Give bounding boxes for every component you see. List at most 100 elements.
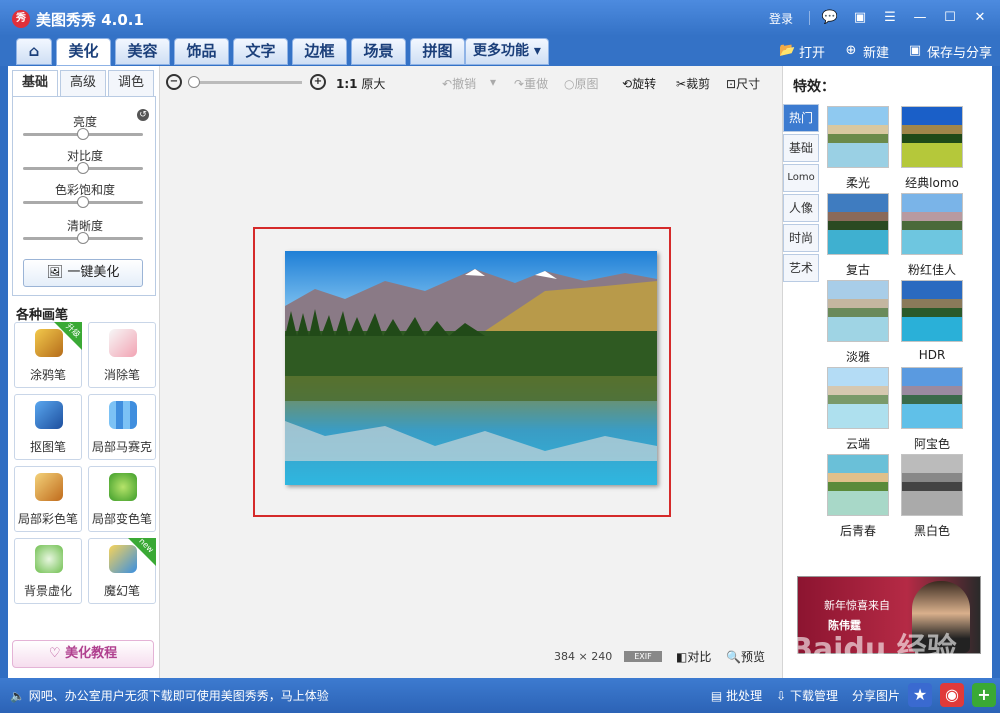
effect-thumb[interactable] — [901, 106, 963, 168]
speaker-icon: 🔈 — [10, 689, 29, 703]
brightness-slider[interactable] — [23, 128, 143, 140]
chat-icon[interactable]: 💬 — [820, 8, 840, 28]
download-manager-button[interactable]: ⇩ 下载管理 — [776, 687, 838, 704]
new-button[interactable]: ⊕ 新建 — [843, 42, 889, 61]
nav-actions: 📂 打开 ⊕ 新建 ▣ 保存与分享 — [761, 36, 992, 66]
slider-knob[interactable] — [77, 232, 89, 244]
slider-knob[interactable] — [77, 196, 89, 208]
effect-thumb[interactable] — [827, 193, 889, 255]
zoom-out-icon[interactable]: − — [166, 74, 182, 90]
color-brush[interactable]: 局部彩色笔 — [14, 466, 82, 532]
effect-label: 复古 — [845, 263, 870, 277]
effect-thumb[interactable] — [827, 106, 889, 168]
compare-button[interactable]: ◧对比 — [676, 648, 711, 665]
slider-knob[interactable] — [77, 162, 89, 174]
cutout-brush[interactable]: 抠图笔 — [14, 394, 82, 460]
background-blur-brush[interactable]: 背景虚化 — [14, 538, 82, 604]
tab-beautify[interactable]: 美化 — [56, 38, 111, 66]
fx-tab-basic[interactable]: 基础 — [783, 134, 819, 162]
paint-bucket-icon — [109, 473, 137, 501]
brush-label: 背景虚化 — [23, 584, 72, 598]
effect-thumb[interactable] — [901, 280, 963, 342]
main-nav: ⌂ 美化 美容 饰品 文字 边框 场景 拼图 更多功能 ▾ 📂 打开 ⊕ 新建 ▣ 保… — [0, 36, 1000, 66]
mosaic-brush[interactable]: 局部马赛克 — [88, 394, 156, 460]
status-message[interactable]: 🔈 网吧、办公室用户无须下载即可使用美图秀秀，马上体验 — [10, 687, 329, 704]
fx-tab-hot[interactable]: 热门 — [783, 104, 819, 132]
redo-label: 重做 — [524, 77, 549, 91]
close-icon[interactable]: ✕ — [970, 8, 990, 28]
preview-button[interactable]: 🔍预览 — [726, 648, 765, 665]
open-button[interactable]: 📂 打开 — [779, 42, 825, 61]
zoom-in-icon[interactable]: + — [310, 74, 326, 90]
tab-accessories[interactable]: 饰品 — [174, 38, 229, 65]
redo-button[interactable]: ↷重做 — [514, 75, 548, 92]
tab-beauty[interactable]: 美容 — [115, 38, 170, 65]
recolor-brush[interactable]: 局部变色笔 — [88, 466, 156, 532]
preview-label: 预览 — [740, 650, 765, 664]
ad-line1: 新年惊喜来自 — [824, 599, 890, 612]
rotate-button[interactable]: ⟲旋转 — [622, 75, 656, 92]
tab-scene[interactable]: 场景 — [351, 38, 406, 65]
resize-button[interactable]: ⊡尺寸 — [726, 75, 760, 92]
contrast-slider[interactable] — [23, 162, 143, 174]
effect-thumb[interactable] — [901, 454, 963, 516]
eraser-icon — [109, 329, 137, 357]
maximize-icon[interactable]: ☐ — [940, 8, 960, 28]
tab-more[interactable]: 更多功能 ▾ — [465, 38, 549, 65]
subtab-advanced[interactable]: 高级 — [60, 70, 106, 96]
share-image-button[interactable]: 分享图片 — [852, 687, 900, 704]
download-manager-label: 下载管理 — [789, 688, 838, 703]
circle-icon: ○ — [564, 77, 575, 91]
subtab-basic[interactable]: 基础 — [12, 70, 58, 96]
doodle-brush[interactable]: 升级 涂鸦笔 — [14, 322, 82, 388]
menu-icon[interactable]: ☰ — [880, 8, 900, 28]
zoom-knob[interactable] — [188, 76, 200, 88]
fx-tab-art[interactable]: 艺术 — [783, 254, 819, 282]
eraser-brush[interactable]: 消除笔 — [88, 322, 156, 388]
slider-knob[interactable] — [77, 128, 89, 140]
effect-label: 粉红佳人 — [907, 263, 956, 277]
add-icon[interactable]: + — [972, 683, 996, 707]
folder-icon: 📂 — [778, 43, 796, 58]
fx-tab-lomo[interactable]: Lomo — [783, 164, 819, 192]
actual-size-button[interactable]: 1:1 原大 — [336, 75, 385, 92]
tab-text[interactable]: 文字 — [233, 38, 288, 65]
crop-button[interactable]: ✂裁剪 — [676, 75, 710, 92]
subtab-color[interactable]: 调色 — [108, 70, 154, 96]
saturation-slider[interactable] — [23, 196, 143, 208]
fx-tab-fashion[interactable]: 时尚 — [783, 224, 819, 252]
minimize-icon[interactable]: — — [910, 8, 930, 28]
tab-border[interactable]: 边框 — [292, 38, 347, 65]
weibo-icon[interactable]: ◉ — [940, 683, 964, 707]
effect-thumb[interactable] — [827, 280, 889, 342]
one-key-beautify-button[interactable]: 🖼 一键美化 — [23, 259, 143, 287]
undo-button[interactable]: ↶撤销 — [442, 75, 476, 92]
home-tab[interactable]: ⌂ — [16, 38, 52, 65]
magic-brush[interactable]: new 魔幻笔 — [88, 536, 156, 604]
tutorial-button[interactable]: ♡ 美化教程 — [12, 640, 154, 668]
adjust-subtabs: 基础 高级 调色 — [12, 70, 156, 96]
effect-thumb[interactable] — [901, 367, 963, 429]
exif-button[interactable]: EXIF — [624, 651, 662, 662]
effect-thumb[interactable] — [827, 367, 889, 429]
effect-thumb[interactable] — [901, 193, 963, 255]
original-image-button[interactable]: ○原图 — [564, 75, 599, 92]
sharpness-slider[interactable] — [23, 232, 143, 244]
redo-icon: ↷ — [514, 77, 525, 91]
save-share-label: 保存与分享 — [926, 45, 992, 61]
fx-tab-portrait[interactable]: 人像 — [783, 194, 819, 222]
home-icon: ⌂ — [28, 42, 40, 60]
login-link[interactable]: 登录 — [769, 10, 793, 27]
zoom-slider[interactable] — [188, 76, 302, 88]
tab-collage[interactable]: 拼图 — [410, 38, 465, 65]
ratio-label: 1:1 — [336, 77, 358, 91]
batch-button[interactable]: ▤ 批处理 — [711, 687, 762, 704]
brush-label: 局部马赛克 — [91, 440, 152, 454]
star-icon[interactable]: ★ — [908, 683, 932, 707]
image-dimensions: 384 × 240 — [554, 650, 613, 663]
save-share-button[interactable]: ▣ 保存与分享 — [907, 42, 992, 61]
landscape-photo[interactable] — [285, 251, 657, 485]
skin-icon[interactable]: ▣ — [850, 8, 870, 28]
effect-thumb[interactable] — [827, 454, 889, 516]
undo-dropdown-icon[interactable]: ▾ — [490, 75, 496, 89]
